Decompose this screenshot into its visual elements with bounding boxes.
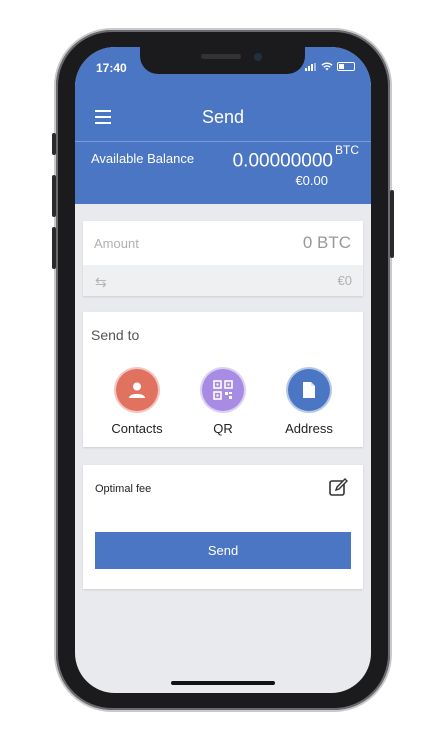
home-indicator — [171, 681, 275, 685]
swap-icon[interactable]: ⇆ — [95, 274, 107, 291]
battery-icon — [337, 62, 355, 71]
contacts-option[interactable]: Contacts — [97, 367, 177, 436]
status-icons — [305, 62, 355, 71]
contacts-circle[interactable] — [114, 367, 160, 413]
send-button[interactable]: Send — [95, 532, 351, 569]
page-title: Send — [201, 107, 245, 127]
header-divider — [75, 141, 371, 142]
balance-value: 0.00000000BTC — [232, 143, 359, 172]
front-camera — [254, 53, 262, 61]
balance-fiat: €0.00 — [295, 173, 328, 188]
qr-label: QR — [213, 421, 233, 436]
address-label: Address — [285, 421, 333, 436]
qr-circle[interactable] — [200, 367, 246, 413]
power-button — [390, 190, 394, 258]
fee-card: Optimal fee Send — [83, 465, 363, 589]
app-screen: 17:40 Send Available Balance 0.00000000B… — [75, 47, 371, 693]
send-to-label: Send to — [91, 327, 140, 343]
wifi-icon — [321, 62, 333, 71]
amount-card: Amount 0 BTC ⇆ €0 — [83, 221, 363, 296]
qr-icon — [213, 380, 233, 400]
fiat-amount-row[interactable]: ⇆ €0 — [83, 265, 363, 296]
document-icon — [303, 382, 315, 398]
address-circle[interactable] — [286, 367, 332, 413]
volume-down-button — [52, 227, 56, 269]
qr-option[interactable]: QR — [183, 367, 263, 436]
send-to-card: Send to Contacts QR Address — [83, 312, 363, 447]
volume-up-button — [52, 175, 56, 217]
edit-icon[interactable] — [329, 478, 349, 496]
contacts-label: Contacts — [111, 421, 163, 436]
balance-unit: BTC — [335, 143, 359, 157]
balance-label: Available Balance — [91, 151, 195, 166]
signal-icon — [305, 62, 317, 71]
contacts-icon — [129, 382, 145, 398]
balance-amount: 0.00000000 — [232, 150, 333, 172]
fiat-amount-value: €0 — [337, 273, 352, 288]
status-time: 17:40 — [96, 61, 127, 75]
phone-notch — [140, 47, 305, 74]
speaker-grille — [201, 54, 241, 59]
address-option[interactable]: Address — [269, 367, 349, 436]
mute-switch — [52, 133, 56, 155]
amount-input[interactable]: Amount 0 BTC — [83, 221, 363, 265]
fee-label: Optimal fee — [95, 483, 152, 495]
amount-placeholder: Amount — [94, 236, 139, 251]
amount-value: 0 BTC — [302, 233, 351, 252]
